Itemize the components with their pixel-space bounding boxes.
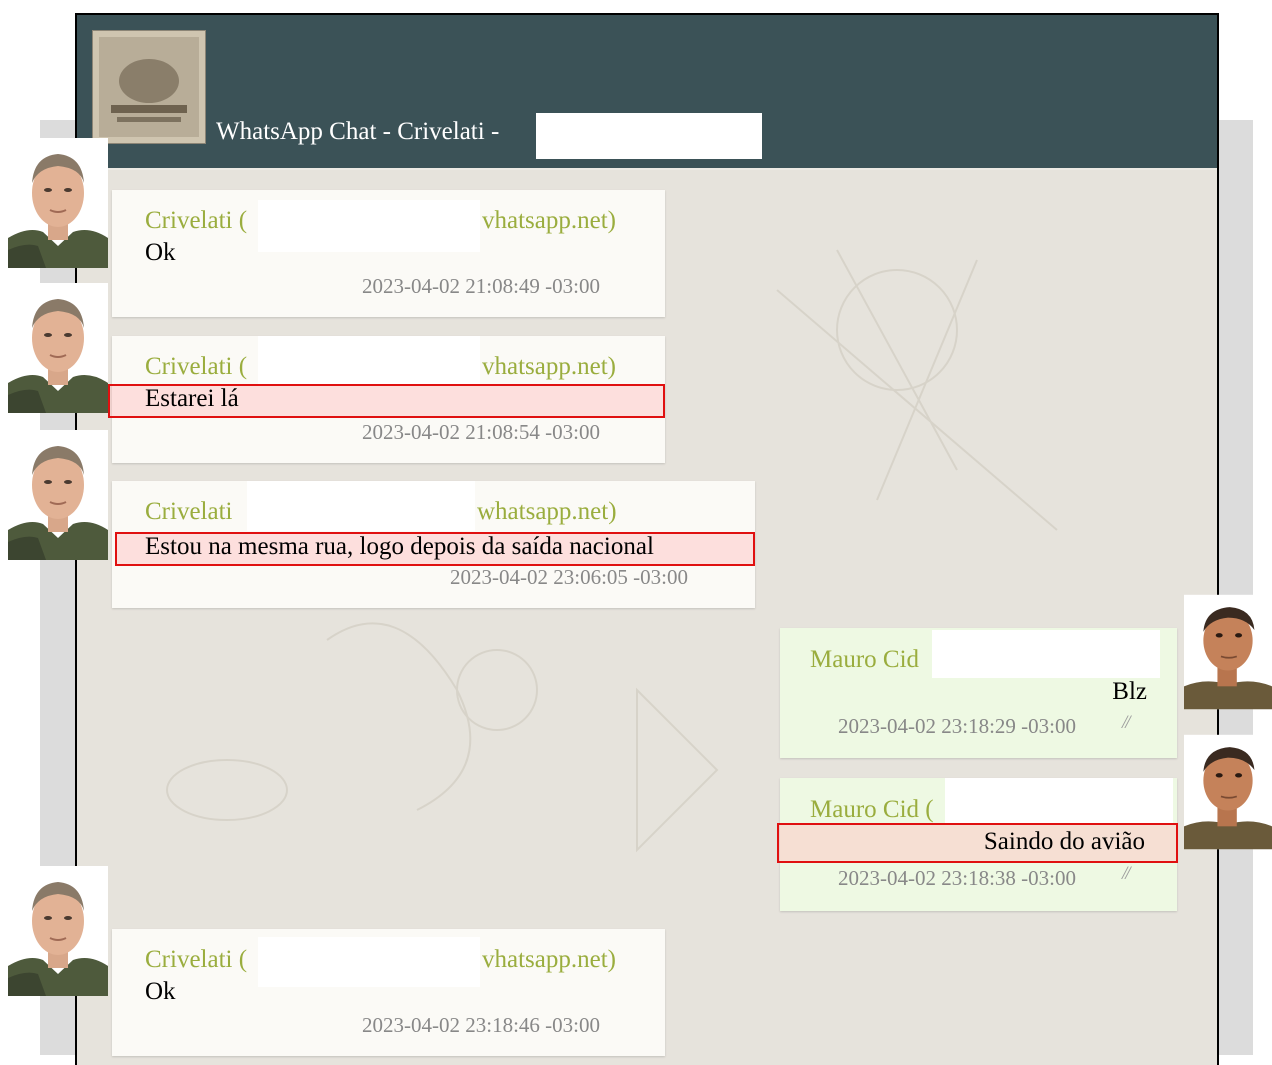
chat-header: WhatsApp Chat - Crivelati - [77,15,1217,170]
message-bubble-incoming: Crivelati ( vhatsapp.net) Ok 2023-04-02 … [112,929,665,1056]
group-photo[interactable] [93,31,205,143]
redacted-block [932,630,1160,678]
sender-name: Mauro Cid [810,646,920,673]
message-bubble-outgoing: Mauro Cid ( Saindo do avião 2023-04-02 2… [777,778,1178,911]
message-text: Estarei lá [145,385,239,412]
mauro-cid-avatar [1184,733,1272,851]
message-timestamp: 2023-04-02 21:08:49 -03:00 [362,274,600,298]
sender-name: Crivelati ( [145,353,248,380]
sender-name: Crivelati ( [145,207,248,234]
sender-domain: vhatsapp.net) [482,353,616,380]
redacted-block [536,113,762,159]
redacted-block [247,481,475,531]
message-text: Ok [145,978,176,1005]
redacted-block [258,937,480,987]
message-text: Ok [145,239,176,266]
sender-name: Crivelati [145,498,233,525]
right-margin-strip [1213,120,1253,1055]
double-check-icon: // [1122,863,1130,884]
message-bubble-incoming: Crivelati ( vhatsapp.net) Ok 2023-04-02 … [112,190,665,317]
crivelati-avatar [8,430,108,560]
sender-domain: vhatsapp.net) [482,207,616,234]
double-check-icon: // [1122,712,1130,733]
message-bubble-incoming: Crivelati whatsapp.net) Estou na mesma r… [112,481,755,608]
sender-name: Crivelati ( [145,946,248,973]
message-bubble-incoming: Crivelati ( vhatsapp.net) Estarei lá 202… [108,336,665,463]
redacted-block [258,200,480,252]
chat-window: WhatsApp Chat - Crivelati - Crivelati ( … [75,13,1219,1065]
sender-name: Mauro Cid ( [810,796,934,823]
crivelati-avatar [8,138,108,268]
redacted-block [945,778,1173,824]
message-timestamp: 2023-04-02 23:18:29 -03:00 [838,714,1076,738]
message-timestamp: 2023-04-02 23:06:05 -03:00 [450,565,688,589]
message-bubble-outgoing: Mauro Cid Blz 2023-04-02 23:18:29 -03:00… [780,628,1177,758]
crivelati-avatar [8,283,108,413]
message-text: Estou na mesma rua, logo depois da saída… [145,533,654,560]
message-text: Blz [1112,678,1147,705]
message-timestamp: 2023-04-02 23:18:38 -03:00 [838,866,1076,890]
message-timestamp: 2023-04-02 23:18:46 -03:00 [362,1013,600,1037]
sender-domain: vhatsapp.net) [482,946,616,973]
sender-domain: whatsapp.net) [477,498,617,525]
chat-title: WhatsApp Chat - Crivelati - [216,118,500,145]
redacted-block [258,336,480,384]
message-text: Saindo do avião [983,828,1145,855]
message-timestamp: 2023-04-02 21:08:54 -03:00 [362,420,600,444]
mauro-cid-avatar [1184,593,1272,711]
crivelati-avatar [8,866,108,996]
